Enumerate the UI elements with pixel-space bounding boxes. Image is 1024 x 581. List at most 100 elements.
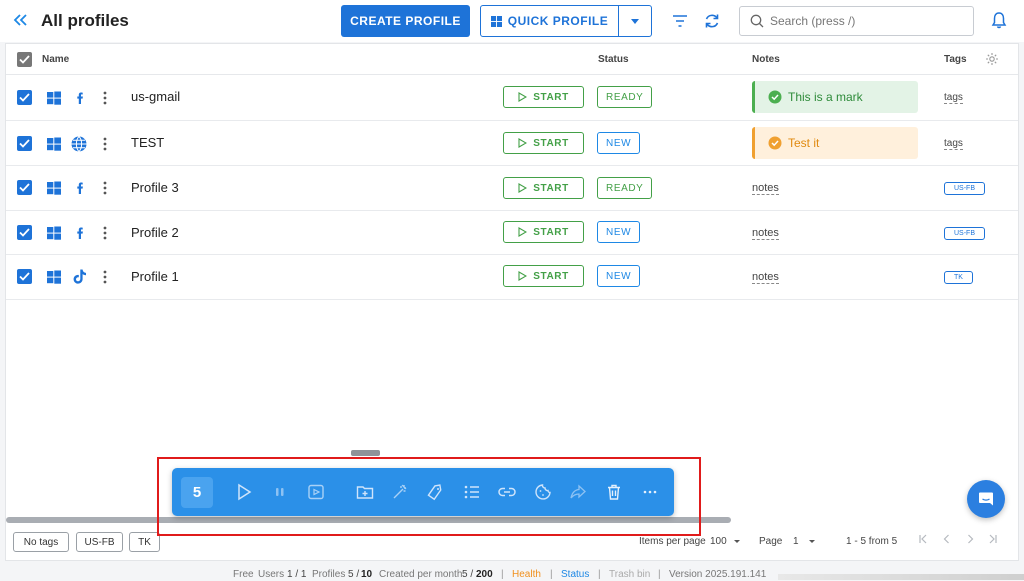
windows-icon [46,180,62,196]
search-input[interactable] [770,14,960,28]
page-value: 1 [793,536,799,547]
start-label: START [533,137,569,149]
play-icon [518,227,528,237]
row-menu-icon[interactable] [103,137,107,151]
start-button[interactable]: START [503,177,584,199]
notes-link[interactable]: notes [752,182,779,195]
tags-link[interactable]: tags [944,138,963,150]
tags-link[interactable]: tags [944,92,963,104]
profile-name[interactable]: TEST [131,135,164,150]
column-name[interactable]: Name [42,54,69,65]
row-menu-icon[interactable] [103,181,107,195]
create-profile-button[interactable]: CREATE PROFILE [341,5,470,37]
quick-profile-dropdown[interactable] [618,6,651,36]
separator: | [658,569,661,580]
table-row[interactable]: us-gmail START READY This is a mark tags [6,75,1018,121]
chat-button[interactable] [967,480,1005,518]
windows-icon [46,269,62,285]
items-per-page-label: Items per page [639,536,706,547]
select-all-checkbox[interactable] [17,52,32,67]
status-badge[interactable]: NEW [597,221,641,243]
column-status[interactable]: Status [598,54,629,65]
status-link[interactable]: Status [561,569,589,580]
start-button[interactable]: START [503,265,584,287]
start-label: START [533,270,569,282]
prev-page-icon[interactable] [942,534,952,547]
refresh-icon[interactable] [702,11,722,31]
column-tags[interactable]: Tags [944,54,967,65]
tag-chip[interactable]: US-FB [944,182,985,195]
next-page-icon[interactable] [965,534,975,547]
filter-icon[interactable] [670,11,690,31]
items-per-page-value: 100 [710,536,727,547]
page-range: 1 - 5 from 5 [846,536,898,547]
created-total: 200 [476,569,493,580]
row-checkbox[interactable] [17,180,32,195]
row-menu-icon[interactable] [103,91,107,105]
status-badge[interactable]: READY [597,177,653,199]
row-menu-icon[interactable] [103,270,107,284]
quick-profile-button[interactable]: QUICK PROFILE [480,5,652,37]
collapse-sidebar-icon[interactable] [12,10,30,30]
status-badge[interactable]: NEW [597,265,641,287]
plan-label: Free [233,569,254,580]
app-window: All profiles CREATE PROFILE QUICK PROFIL… [0,0,1024,581]
tag-chip[interactable]: US-FB [944,227,985,240]
last-page-icon[interactable] [988,534,998,547]
search-box[interactable] [739,6,974,36]
start-button[interactable]: START [503,86,584,108]
check-circle-icon [768,90,782,104]
row-checkbox[interactable] [17,269,32,284]
status-badge[interactable]: READY [597,86,653,108]
action-bar-drag-handle[interactable] [351,450,380,456]
caret-down-icon [733,540,740,543]
facebook-icon [72,90,88,106]
start-button[interactable]: START [503,132,584,154]
note-text: This is a mark [788,90,863,104]
caret-down-icon [631,18,639,24]
check-circle-icon [768,136,782,150]
row-checkbox[interactable] [17,136,32,151]
table-row[interactable]: TEST START NEW Test it tags [6,121,1018,166]
start-button[interactable]: START [503,221,584,243]
note-mark[interactable]: This is a mark [752,81,918,113]
notes-link[interactable]: notes [752,271,779,284]
trash-bin-link[interactable]: Trash bin [609,569,650,580]
play-icon [518,183,528,193]
note-mark[interactable]: Test it [752,127,918,159]
page-title: All profiles [41,11,129,30]
tag-filter-tk[interactable]: TK [129,532,160,552]
quick-profile-main[interactable]: QUICK PROFILE [481,6,618,36]
first-page-icon[interactable] [918,534,928,547]
separator: | [550,569,553,580]
tag-filter-no-tags[interactable]: No tags [13,532,69,552]
health-link[interactable]: Health [512,569,541,580]
table-row[interactable]: Profile 2 START NEW notes US-FB [6,211,1018,255]
table-row[interactable]: Profile 1 START NEW notes TK [6,255,1018,300]
profile-name[interactable]: us-gmail [131,89,180,104]
column-notes[interactable]: Notes [752,54,780,65]
tag-chip[interactable]: TK [944,271,973,284]
row-checkbox[interactable] [17,90,32,105]
profile-name[interactable]: Profile 1 [131,269,179,284]
play-icon [518,138,528,148]
bell-icon[interactable] [989,10,1009,30]
separator: | [598,569,601,580]
column-settings-gear-icon[interactable] [985,52,999,66]
status-bar-fade [778,574,1024,580]
row-menu-icon[interactable] [103,226,107,240]
profile-name[interactable]: Profile 3 [131,180,179,195]
tag-filter-us-fb[interactable]: US-FB [76,532,123,552]
globe-icon [70,135,88,153]
version-label: Version 2025.191.141 [669,569,767,580]
items-per-page-select[interactable]: 100 [710,536,740,547]
table-row[interactable]: Profile 3 START READY notes US-FB [6,166,1018,211]
highlight-box [157,457,701,536]
windows-icon [46,225,62,241]
status-badge[interactable]: NEW [597,132,641,154]
notes-link[interactable]: notes [752,227,779,240]
page-select[interactable]: 1 [793,536,815,547]
profile-name[interactable]: Profile 2 [131,225,179,240]
separator: | [501,569,504,580]
row-checkbox[interactable] [17,225,32,240]
